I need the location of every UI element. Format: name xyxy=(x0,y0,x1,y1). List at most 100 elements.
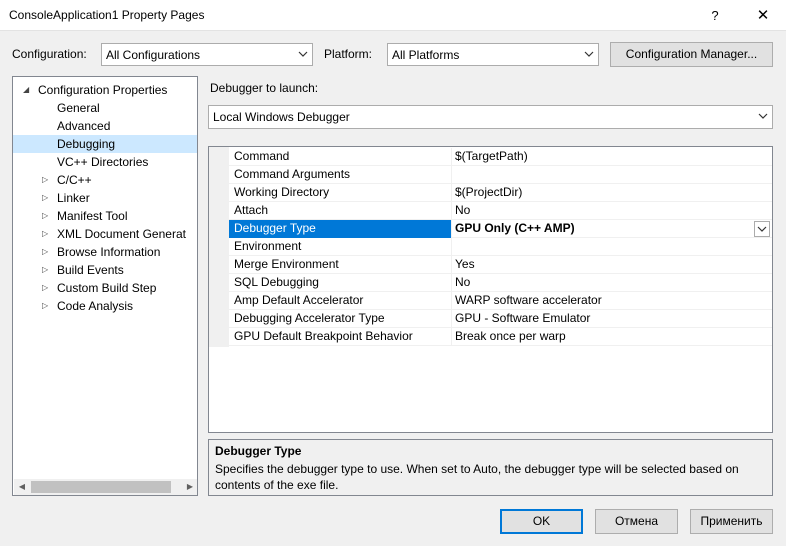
tree-item[interactable]: VC++ Directories xyxy=(13,153,197,171)
tree-item[interactable]: ▷ Browse Information xyxy=(13,243,197,261)
tree-item-label: Linker xyxy=(57,191,90,205)
scroll-right-arrow-icon[interactable]: ▶ xyxy=(182,479,197,495)
debugger-launch-label: Debugger to launch: xyxy=(210,81,319,95)
property-name: Working Directory xyxy=(229,184,452,202)
grid-margin xyxy=(209,147,229,347)
scrollbar-thumb[interactable] xyxy=(31,481,171,493)
title-bar: ConsoleApplication1 Property Pages ? ✕ xyxy=(0,0,786,31)
property-value[interactable]: No xyxy=(452,202,772,220)
property-row[interactable]: GPU Default Breakpoint Behavior Break onc… xyxy=(229,328,772,346)
chevron-down-icon xyxy=(757,226,767,232)
expand-arrow-icon[interactable]: ▷ xyxy=(42,279,52,297)
tree-item-label: General xyxy=(57,101,100,115)
property-grid[interactable]: Command $(TargetPath) Command Arguments Wor… xyxy=(208,146,773,433)
property-name: SQL Debugging xyxy=(229,274,452,292)
property-name: GPU Default Breakpoint Behavior xyxy=(229,328,452,346)
cancel-button[interactable]: Отмена xyxy=(595,509,678,534)
tree-item-label: Build Events xyxy=(57,263,124,277)
property-name: Merge Environment xyxy=(229,256,452,274)
tree-item-label: Configuration Properties xyxy=(38,83,168,97)
tree-item-label: XML Document Generat xyxy=(57,227,186,241)
property-row[interactable]: Command Arguments xyxy=(229,166,772,184)
description-panel: Debugger Type Specifies the debugger typ… xyxy=(208,439,773,496)
tree-item[interactable]: Debugging xyxy=(13,135,197,153)
configuration-manager-label: Configuration Manager... xyxy=(625,47,758,61)
tree-item[interactable]: Advanced xyxy=(13,117,197,135)
tree-item[interactable]: ▷ Build Events xyxy=(13,261,197,279)
configuration-dropdown[interactable]: All Configurations xyxy=(101,43,313,66)
property-row[interactable]: Debugger Type GPU Only (C++ AMP) xyxy=(229,220,772,238)
tree-item[interactable]: General xyxy=(13,99,197,117)
property-row[interactable]: Environment xyxy=(229,238,772,256)
tree-item-label: Browse Information xyxy=(57,245,161,259)
property-name: Debugger Type xyxy=(229,220,452,238)
property-row[interactable]: SQL Debugging No xyxy=(229,274,772,292)
configuration-label: Configuration: xyxy=(12,47,87,61)
property-row[interactable]: Attach No xyxy=(229,202,772,220)
property-name: Command Arguments xyxy=(229,166,452,184)
apply-button[interactable]: Применить xyxy=(690,509,773,534)
tree-item-label: C/C++ xyxy=(57,173,92,187)
property-name: Command xyxy=(229,148,452,166)
property-value[interactable]: Break once per warp xyxy=(452,328,772,346)
tree-item[interactable]: ▷ Code Analysis xyxy=(13,297,197,315)
expand-arrow-icon[interactable]: ▷ xyxy=(42,297,52,315)
expand-arrow-icon[interactable]: ▷ xyxy=(42,207,52,225)
tree-item[interactable]: ▷ Manifest Tool xyxy=(13,207,197,225)
property-row[interactable]: Merge Environment Yes xyxy=(229,256,772,274)
tree-item-label: Code Analysis xyxy=(57,299,134,313)
platform-value: All Platforms xyxy=(392,48,460,62)
property-value[interactable]: GPU Only (C++ AMP) xyxy=(452,220,772,238)
property-row[interactable]: Working Directory $(ProjectDir) xyxy=(229,184,772,202)
property-value[interactable]: WARP software accelerator xyxy=(452,292,772,310)
expand-arrow-icon[interactable]: ▷ xyxy=(42,243,52,261)
platform-label: Platform: xyxy=(324,47,373,61)
tree-item[interactable]: ◢ Configuration Properties xyxy=(13,81,197,99)
cancel-label: Отмена xyxy=(614,514,659,528)
property-value[interactable]: $(ProjectDir) xyxy=(452,184,772,202)
property-value[interactable]: GPU - Software Emulator xyxy=(452,310,772,328)
chevron-down-icon xyxy=(298,51,308,57)
ok-label: OK xyxy=(532,514,551,528)
property-value[interactable]: Yes xyxy=(452,256,772,274)
scroll-left-arrow-icon[interactable]: ◀ xyxy=(14,479,30,495)
property-name: Environment xyxy=(229,238,452,256)
apply-label: Применить xyxy=(700,514,763,528)
property-name: Attach xyxy=(229,202,452,220)
property-value[interactable]: $(TargetPath) xyxy=(452,148,772,166)
close-button[interactable]: ✕ xyxy=(740,0,786,31)
property-value[interactable] xyxy=(452,166,772,184)
tree-item-label: Custom Build Step xyxy=(57,281,157,295)
window-title: ConsoleApplication1 Property Pages xyxy=(9,8,205,22)
tree-item[interactable]: ▷ C/C++ xyxy=(13,171,197,189)
chevron-down-icon xyxy=(758,113,768,119)
property-row[interactable]: Command $(TargetPath) xyxy=(229,148,772,166)
debugger-launch-dropdown[interactable]: Local Windows Debugger xyxy=(208,105,773,129)
description-title: Debugger Type xyxy=(215,444,302,458)
expand-arrow-icon[interactable]: ▷ xyxy=(42,225,52,243)
debugger-launch-value: Local Windows Debugger xyxy=(213,110,350,124)
tree-item-label: Advanced xyxy=(57,119,111,133)
tree-item-label: Debugging xyxy=(57,137,116,151)
expand-arrow-icon[interactable]: ▷ xyxy=(42,189,52,207)
expand-arrow-icon[interactable]: ▷ xyxy=(42,171,52,189)
ok-button[interactable]: OK xyxy=(500,509,583,534)
property-name: Amp Default Accelerator xyxy=(229,292,452,310)
property-value[interactable] xyxy=(452,238,772,256)
platform-dropdown[interactable]: All Platforms xyxy=(387,43,599,66)
tree-item[interactable]: ▷ XML Document Generat xyxy=(13,225,197,243)
property-row[interactable]: Debugging Accelerator Type GPU - Software… xyxy=(229,310,772,328)
category-tree[interactable]: ◢ Configuration Properties General Advanced… xyxy=(12,76,198,496)
property-row[interactable]: Amp Default Accelerator WARP software acc… xyxy=(229,292,772,310)
configuration-manager-button[interactable]: Configuration Manager... xyxy=(610,42,773,67)
tree-horizontal-scrollbar[interactable]: ◀ ▶ xyxy=(14,479,197,495)
property-name: Debugging Accelerator Type xyxy=(229,310,452,328)
tree-item[interactable]: ▷ Linker xyxy=(13,189,197,207)
tree-item[interactable]: ▷ Custom Build Step xyxy=(13,279,197,297)
property-dropdown-button[interactable] xyxy=(754,221,770,237)
tree-item-label: Manifest Tool xyxy=(57,209,128,223)
expand-arrow-icon[interactable]: ▷ xyxy=(42,261,52,279)
help-button[interactable]: ? xyxy=(700,0,730,31)
expand-arrow-icon[interactable]: ◢ xyxy=(23,81,33,99)
property-value[interactable]: No xyxy=(452,274,772,292)
